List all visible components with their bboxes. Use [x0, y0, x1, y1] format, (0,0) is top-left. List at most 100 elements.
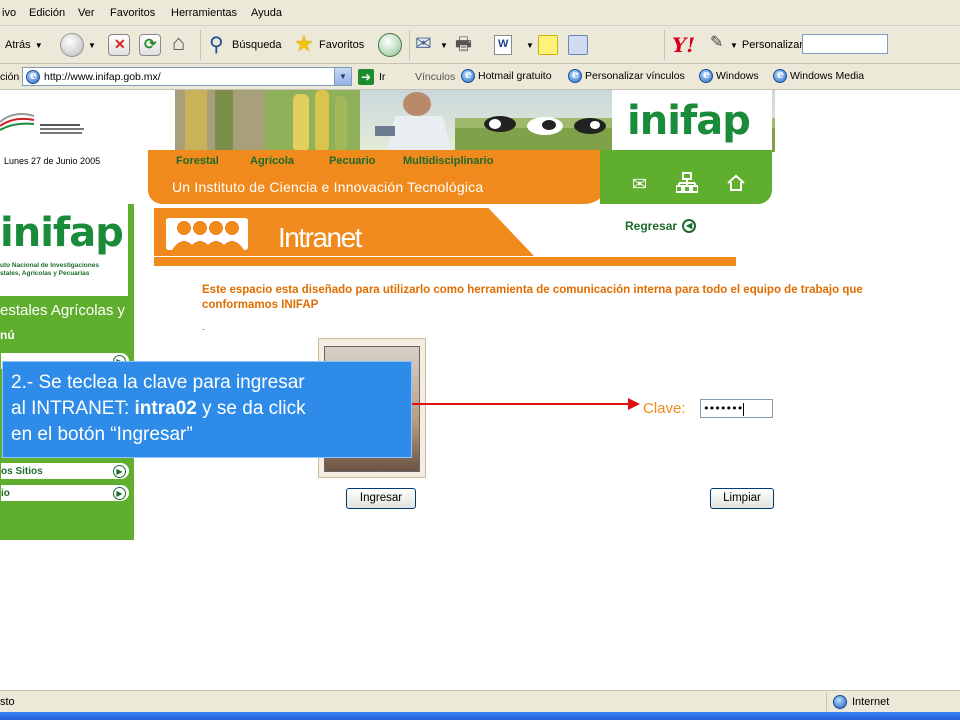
edit-button[interactable]: ▼	[494, 32, 534, 58]
menu-favorites[interactable]: Favoritos	[110, 7, 155, 19]
instruction-callout: 2.- Se teclea la clave para ingresar al …	[2, 361, 412, 458]
history-icon	[378, 33, 402, 57]
windows-taskbar	[0, 712, 960, 720]
forward-button[interactable]: ▼	[60, 32, 96, 58]
forward-arrow-icon	[60, 33, 84, 57]
address-label: ción	[0, 71, 20, 83]
callout-line-1: 2.- Se teclea la clave para ingresar	[11, 372, 305, 393]
stop-button[interactable]	[108, 32, 130, 58]
callout-line-2-suffix: y se da click	[196, 398, 306, 419]
chevron-down-icon[interactable]: ▼	[440, 41, 448, 50]
research-icon	[568, 35, 588, 55]
toolbar: Atrás ▼ ▼ Búsqueda Favoritos ▼ ▼	[0, 26, 960, 64]
ie-page-icon	[26, 69, 40, 84]
password-field[interactable]: •••••••	[700, 399, 773, 418]
menu-tools[interactable]: Herramientas	[171, 7, 237, 19]
sitemap-icon[interactable]	[676, 172, 698, 194]
yahoo-button[interactable]: Y!	[672, 32, 695, 58]
ie-link-icon	[773, 68, 787, 83]
menu-view[interactable]: Ver	[78, 7, 95, 19]
go-button[interactable]: ➜ Ir	[358, 69, 385, 85]
link-personalize[interactable]: Personalizar vínculos	[568, 68, 685, 83]
menu-bar: ivo Edición Ver Favoritos Herramientas A…	[0, 0, 960, 26]
back-button[interactable]: Atrás ▼	[5, 32, 43, 58]
favorites-label: Favoritos	[319, 39, 365, 51]
yahoo-search-input[interactable]	[802, 34, 888, 54]
sagarpa-caption	[40, 124, 118, 140]
link-label: Personalizar vínculos	[585, 70, 685, 82]
discuss-button[interactable]	[538, 32, 558, 58]
home-button[interactable]	[170, 30, 192, 58]
nav-agricola[interactable]: Agrícola	[250, 155, 294, 167]
search-button[interactable]: Búsqueda	[206, 32, 282, 58]
internet-zone-icon	[833, 695, 847, 709]
menu-label: nú	[0, 328, 15, 342]
ie-link-icon	[461, 68, 475, 83]
chevron-down-icon[interactable]: ▼	[334, 68, 351, 85]
search-icon	[206, 32, 228, 57]
home-icon[interactable]	[726, 174, 746, 192]
status-text: sto	[0, 696, 15, 708]
toolbar-separator	[200, 30, 201, 60]
yahoo-logo: Y!	[672, 33, 696, 57]
institute-name: uto Nacional de Investigaciones stales, …	[0, 262, 99, 278]
print-button[interactable]	[454, 32, 476, 62]
text-caret	[743, 402, 745, 416]
refresh-icon	[139, 34, 161, 56]
zone-label: Internet	[852, 696, 890, 708]
institute-name-line2: stales, Agrícolas y Pecuarias	[0, 270, 90, 277]
link-label: Windows	[716, 70, 759, 82]
chevron-down-icon[interactable]: ▼	[88, 41, 96, 50]
security-zone: Internet	[826, 693, 889, 711]
toolbar-separator	[409, 30, 410, 60]
annotation-arrow-line	[412, 403, 638, 405]
url-field[interactable]: http://www.inifap.gob.mx/ ▼	[22, 67, 352, 86]
sectors-text: estales Agrícolas y	[0, 302, 126, 319]
link-label: Hotmail gratuito	[478, 70, 552, 82]
refresh-button[interactable]	[139, 32, 161, 58]
links-label: Vínculos	[415, 71, 456, 83]
star-icon	[293, 31, 315, 57]
ingresar-button[interactable]: Ingresar	[346, 488, 416, 509]
link-windows-media[interactable]: Windows Media	[773, 68, 865, 83]
chevron-down-icon[interactable]: ▼	[35, 41, 43, 50]
note-icon	[538, 35, 558, 55]
back-link[interactable]: Regresar ◀	[625, 219, 697, 233]
annotation-arrow-head	[628, 398, 640, 410]
inifap-logo-top: inifap	[612, 90, 772, 152]
menu-help[interactable]: Ayuda	[251, 7, 282, 19]
menu-edit[interactable]: Edición	[29, 7, 65, 19]
callout-line-3: en el botón “Ingresar”	[11, 424, 193, 445]
research-button[interactable]	[568, 32, 588, 58]
history-button[interactable]	[378, 32, 402, 58]
sidebar-item-otros-sitios[interactable]: os Sitios ▶	[0, 462, 130, 480]
back-label: Atrás	[5, 39, 31, 51]
menu-file[interactable]: ivo	[2, 7, 16, 19]
link-label: Windows Media	[790, 70, 865, 82]
intranet-header: Intranet	[154, 208, 736, 266]
home-icon	[170, 30, 192, 56]
chevron-right-icon: ▶	[113, 465, 126, 478]
mail-icon	[414, 31, 436, 56]
mail-icon[interactable]: ✉	[632, 174, 647, 195]
chevron-down-icon[interactable]: ▼	[526, 41, 534, 50]
personalize-button[interactable]: ▼ Personalizar	[708, 32, 803, 58]
institute-name-line1: uto Nacional de Investigaciones	[0, 262, 99, 269]
password-label: Clave:	[643, 400, 686, 417]
mail-button[interactable]: ▼	[414, 31, 448, 58]
sidebar-item-label: io	[1, 488, 10, 499]
chevron-down-icon[interactable]: ▼	[730, 41, 738, 50]
sidebar-item-inicio[interactable]: io ▶	[0, 484, 130, 502]
date-text: Lunes 27 de Junio 2005	[4, 156, 101, 166]
nav-pecuario[interactable]: Pecuario	[329, 155, 375, 167]
nav-multidisciplinario[interactable]: Multidisciplinario	[403, 155, 493, 167]
favorites-button[interactable]: Favoritos	[293, 31, 365, 58]
callout-line-2-prefix: al INTRANET:	[11, 398, 135, 419]
limpiar-button[interactable]: Limpiar	[710, 488, 774, 509]
dot-text: .	[202, 322, 205, 332]
link-hotmail[interactable]: Hotmail gratuito	[461, 68, 552, 83]
intro-text: Este espacio esta diseñado para utilizar…	[202, 284, 863, 311]
nav-forestal[interactable]: Forestal	[176, 155, 219, 167]
go-label: Ir	[379, 71, 386, 83]
link-windows[interactable]: Windows	[699, 68, 759, 83]
